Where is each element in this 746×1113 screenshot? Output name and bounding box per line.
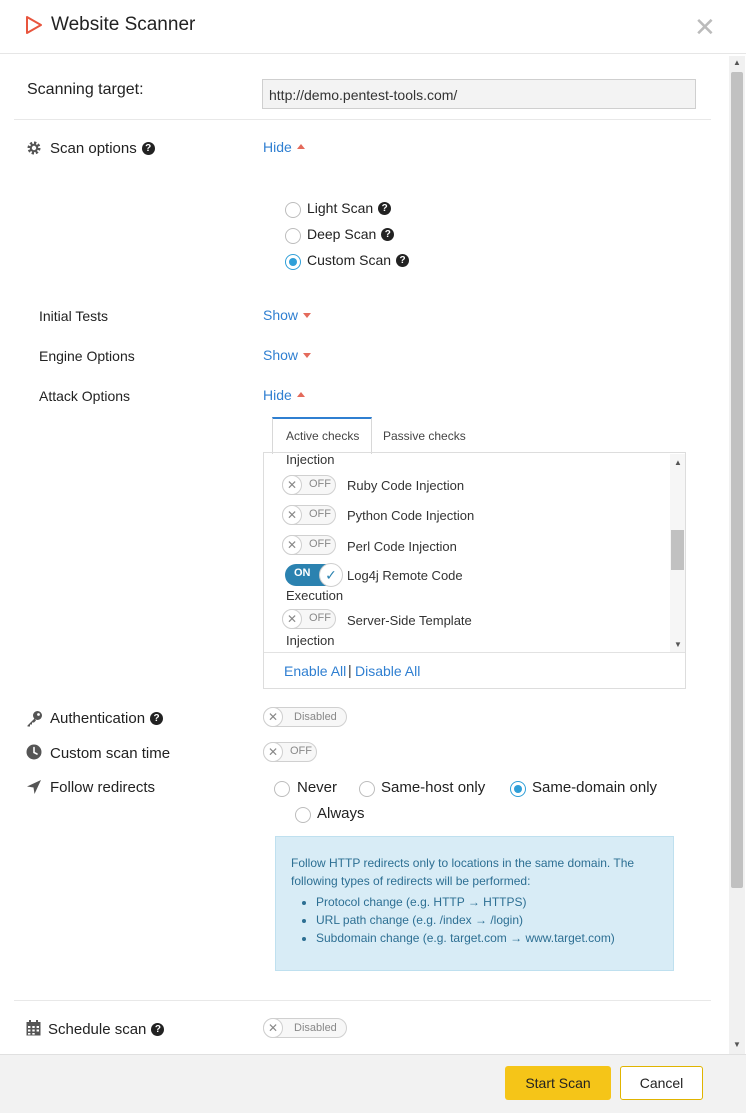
start-scan-button[interactable]: Start Scan <box>505 1066 611 1100</box>
custom-scan-time-toggle[interactable]: ✕ OFF <box>263 742 317 762</box>
key-icon <box>27 711 42 727</box>
deep-scan-label: Deep Scan? <box>307 226 395 242</box>
python-injection-label: Python Code Injection <box>347 508 475 523</box>
divider <box>14 119 711 120</box>
help-icon[interactable]: ? <box>381 227 395 241</box>
dialog-header: Website Scanner ✕ <box>0 0 746 54</box>
disable-all-link[interactable]: Disable All <box>355 663 420 679</box>
close-icon[interactable]: ✕ <box>694 14 716 40</box>
follow-redirects-label: Follow redirects <box>50 779 156 796</box>
ruby-injection-toggle[interactable]: ✕ OFF <box>282 475 336 495</box>
ruby-injection-label: Ruby Code Injection <box>347 478 465 493</box>
caret-down-icon <box>303 352 312 358</box>
light-scan-radio[interactable] <box>285 202 301 218</box>
help-icon[interactable]: ? <box>150 711 164 725</box>
redirect-info-list: Protocol change (e.g. HTTP → HTTPS) URL … <box>301 893 615 947</box>
deep-scan-radio[interactable] <box>285 228 301 244</box>
redirect-never-label: Never <box>297 779 338 796</box>
check-partial-label: Injection <box>286 452 335 467</box>
custom-scan-radio[interactable] <box>285 254 301 270</box>
schedule-scan-label: Schedule scan? <box>48 1021 165 1038</box>
calendar-icon <box>26 1020 41 1036</box>
log4j-toggle[interactable]: ON ✓ <box>285 563 343 587</box>
redirect-same-domain-label: Same-domain only <box>532 779 658 796</box>
perl-injection-label: Perl Code Injection <box>347 539 457 554</box>
close-icon: ✕ <box>282 475 302 495</box>
ssti-toggle[interactable]: ✕ OFF <box>282 609 336 629</box>
checks-scroll-down-arrow[interactable]: ▼ <box>674 640 682 649</box>
divider <box>14 1000 711 1001</box>
scanning-target-label: Scanning target: <box>27 81 144 98</box>
scroll-up-arrow[interactable]: ▲ <box>733 58 741 67</box>
engine-options-label: Engine Options <box>39 348 135 364</box>
tab-active-checks-label[interactable]: Active checks <box>286 429 359 443</box>
redirect-always-radio[interactable] <box>295 807 311 823</box>
caret-down-icon <box>303 312 312 318</box>
close-icon: ✕ <box>282 535 302 555</box>
checkmark-icon: ✓ <box>319 563 343 587</box>
help-icon[interactable]: ? <box>396 253 410 267</box>
initial-tests-label: Initial Tests <box>39 308 108 324</box>
list-item: URL path change (e.g. /index → /login) <box>316 911 615 929</box>
location-arrow-icon <box>27 780 41 794</box>
ssti-label-cont: Injection <box>286 633 335 648</box>
scanning-target-input[interactable]: http://demo.pentest-tools.com/ <box>262 79 696 109</box>
perl-injection-toggle[interactable]: ✕ OFF <box>282 535 336 555</box>
engine-options-toggle[interactable]: Show <box>263 347 312 363</box>
gear-icon <box>27 141 41 155</box>
authentication-label: Authentication? <box>50 710 164 727</box>
dialog-title: Website Scanner <box>51 14 196 35</box>
scroll-down-arrow[interactable]: ▼ <box>733 1040 741 1049</box>
checks-scroll-up-arrow[interactable]: ▲ <box>674 458 682 467</box>
authentication-toggle[interactable]: ✕ Disabled <box>263 707 347 727</box>
help-icon[interactable]: ? <box>141 141 155 155</box>
redirect-info-text: Follow HTTP redirects only to locations … <box>291 856 635 888</box>
attack-options-label: Attack Options <box>39 388 131 404</box>
play-triangle-icon <box>26 16 42 34</box>
clock-icon <box>26 744 42 760</box>
main-scrollbar-thumb[interactable] <box>731 72 743 888</box>
checks-scrollbar-thumb[interactable] <box>671 530 684 570</box>
ssti-label: Server-Side Template <box>347 613 472 628</box>
caret-up-icon <box>296 143 305 149</box>
cancel-button[interactable]: Cancel <box>620 1066 703 1100</box>
redirect-same-domain-radio[interactable] <box>510 781 526 797</box>
panel-divider <box>264 652 685 653</box>
enable-all-link[interactable]: Enable All <box>284 663 346 679</box>
redirect-same-host-radio[interactable] <box>359 781 375 797</box>
link-separator: | <box>348 662 352 678</box>
help-icon[interactable]: ? <box>151 1022 165 1036</box>
log4j-label-cont: Execution <box>286 588 344 603</box>
list-item: Protocol change (e.g. HTTP → HTTPS) <box>316 893 615 911</box>
attack-options-toggle[interactable]: Hide <box>263 387 305 403</box>
scan-options-toggle[interactable]: Hide <box>263 139 305 155</box>
light-scan-label: Light Scan? <box>307 200 392 216</box>
close-icon: ✕ <box>263 707 283 727</box>
redirect-always-label: Always <box>317 805 365 822</box>
list-item: Subdomain change (e.g. target.com → www.… <box>316 929 615 947</box>
initial-tests-toggle[interactable]: Show <box>263 307 312 323</box>
redirect-same-host-label: Same-host only <box>381 779 486 796</box>
log4j-label: Log4j Remote Code <box>347 568 463 583</box>
help-icon[interactable]: ? <box>378 201 392 215</box>
redirect-info-box: Follow HTTP redirects only to locations … <box>275 836 674 971</box>
caret-up-icon <box>296 391 305 397</box>
custom-scan-label: Custom Scan? <box>307 252 410 268</box>
tab-passive-checks[interactable]: Passive checks <box>383 429 466 443</box>
python-injection-toggle[interactable]: ✕ OFF <box>282 505 336 525</box>
close-icon: ✕ <box>263 1018 283 1038</box>
close-icon: ✕ <box>282 609 302 629</box>
scan-options-label: Scan options? <box>50 140 155 157</box>
close-icon: ✕ <box>282 505 302 525</box>
custom-scan-time-label: Custom scan time <box>50 745 171 762</box>
schedule-scan-toggle[interactable]: ✕ Disabled <box>263 1018 347 1038</box>
redirect-never-radio[interactable] <box>274 781 290 797</box>
close-icon: ✕ <box>263 742 283 762</box>
